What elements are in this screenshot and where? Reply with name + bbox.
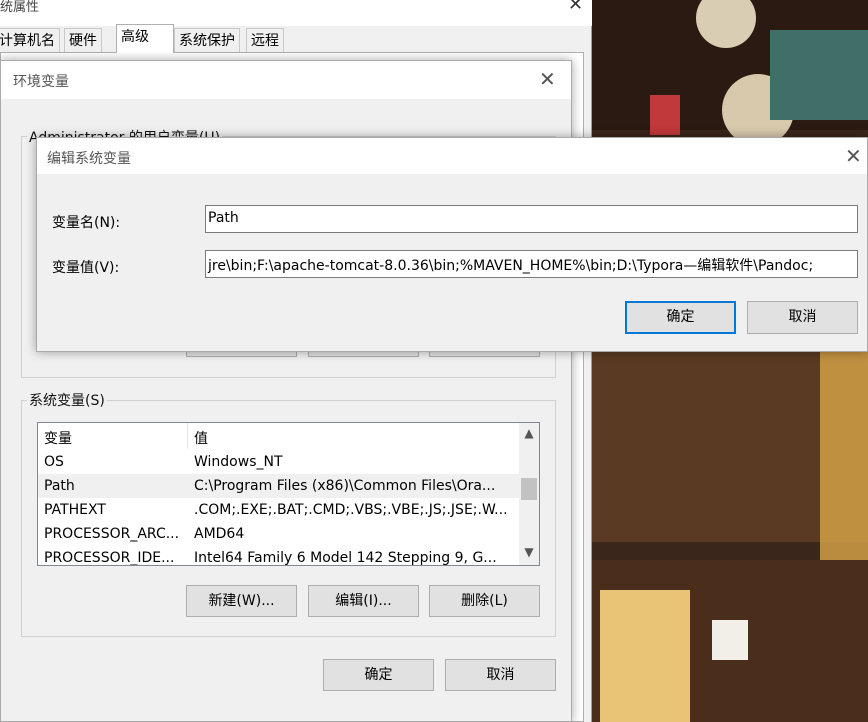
ok-button[interactable]: 确定 bbox=[323, 659, 434, 691]
table-row[interactable]: PROCESSOR_IDE... Intel64 Family 6 Model … bbox=[38, 546, 519, 565]
table-row[interactable]: OS Windows_NT bbox=[38, 450, 519, 474]
variable-name-label: 变量名(N): bbox=[52, 215, 121, 231]
variable-name: OS bbox=[44, 454, 64, 470]
variable-value-field[interactable]: jre\bin;F:\apache-tomcat-8.0.36\bin;%MAV… bbox=[205, 250, 858, 278]
variable-value: Windows_NT bbox=[194, 454, 283, 470]
scroll-down-icon[interactable]: ▼ bbox=[521, 545, 537, 563]
table-row[interactable]: PROCESSOR_ARC... AMD64 bbox=[38, 522, 519, 546]
table-row-selected[interactable]: Path C:\Program Files (x86)\Common Files… bbox=[38, 474, 519, 498]
scrollbar-thumb[interactable] bbox=[521, 478, 537, 500]
tab-remote[interactable]: 远程 bbox=[246, 28, 284, 52]
variable-name: PATHEXT bbox=[44, 502, 106, 518]
variable-name: PROCESSOR_ARC... bbox=[44, 526, 180, 542]
table-row[interactable]: PATHEXT .COM;.EXE;.BAT;.CMD;.VBS;.VBE;.J… bbox=[38, 498, 519, 522]
cancel-button[interactable]: 取消 bbox=[445, 659, 556, 691]
window-title: 统属性 bbox=[0, 0, 40, 15]
tab-hardware[interactable]: 硬件 bbox=[64, 28, 102, 52]
tab-advanced[interactable]: 高级 bbox=[116, 24, 174, 53]
variable-value: Intel64 Family 6 Model 142 Stepping 9, G… bbox=[194, 550, 497, 565]
close-icon[interactable]: ✕ bbox=[845, 144, 862, 168]
dialog-title: 编辑系统变量 bbox=[47, 151, 131, 167]
variable-value: AMD64 bbox=[194, 526, 245, 542]
close-icon[interactable]: ✕ bbox=[539, 67, 556, 91]
list-scrollbar[interactable]: ▲ ▼ bbox=[519, 423, 539, 565]
edit-variable-button[interactable]: 编辑(I)... bbox=[308, 585, 419, 617]
tab-computer-name[interactable]: 计算机名 bbox=[0, 28, 60, 52]
new-variable-button[interactable]: 新建(W)... bbox=[186, 585, 297, 617]
variable-value: .COM;.EXE;.BAT;.CMD;.VBS;.VBE;.JS;.JSE;.… bbox=[194, 502, 508, 518]
variable-name-field[interactable]: Path bbox=[205, 205, 858, 233]
list-header: 变量 值 bbox=[38, 423, 518, 449]
edit-dialog-titlebar[interactable]: 编辑系统变量 ✕ bbox=[37, 138, 867, 174]
close-icon[interactable]: ✕ bbox=[568, 0, 583, 15]
variable-name: PROCESSOR_IDE... bbox=[44, 550, 175, 565]
variable-value: C:\Program Files (x86)\Common Files\Ora.… bbox=[194, 478, 496, 494]
system-variables-list[interactable]: 变量 值 OS Windows_NT Path C:\Program Files… bbox=[37, 422, 540, 566]
column-divider[interactable] bbox=[187, 423, 188, 449]
env-dialog-titlebar[interactable]: 环境变量 ✕ bbox=[1, 61, 571, 99]
column-header-variable[interactable]: 变量 bbox=[44, 428, 72, 448]
system-variables-label: 系统变量(S) bbox=[27, 390, 107, 410]
dialog-title: 环境变量 bbox=[13, 74, 69, 90]
variable-name: Path bbox=[44, 478, 75, 494]
system-properties-titlebar[interactable]: 统属性 ✕ bbox=[0, 0, 592, 26]
column-header-value[interactable]: 值 bbox=[194, 428, 208, 448]
delete-variable-button[interactable]: 删除(L) bbox=[429, 585, 540, 617]
scroll-up-icon[interactable]: ▲ bbox=[521, 426, 537, 444]
edit-system-variable-dialog: 编辑系统变量 ✕ 变量名(N): Path 变量值(V): jre\bin;F:… bbox=[36, 137, 868, 352]
cancel-button[interactable]: 取消 bbox=[747, 301, 858, 334]
tab-system-protection[interactable]: 系统保护 bbox=[174, 28, 240, 52]
ok-button[interactable]: 确定 bbox=[625, 301, 736, 334]
variable-value-label: 变量值(V): bbox=[52, 260, 120, 276]
